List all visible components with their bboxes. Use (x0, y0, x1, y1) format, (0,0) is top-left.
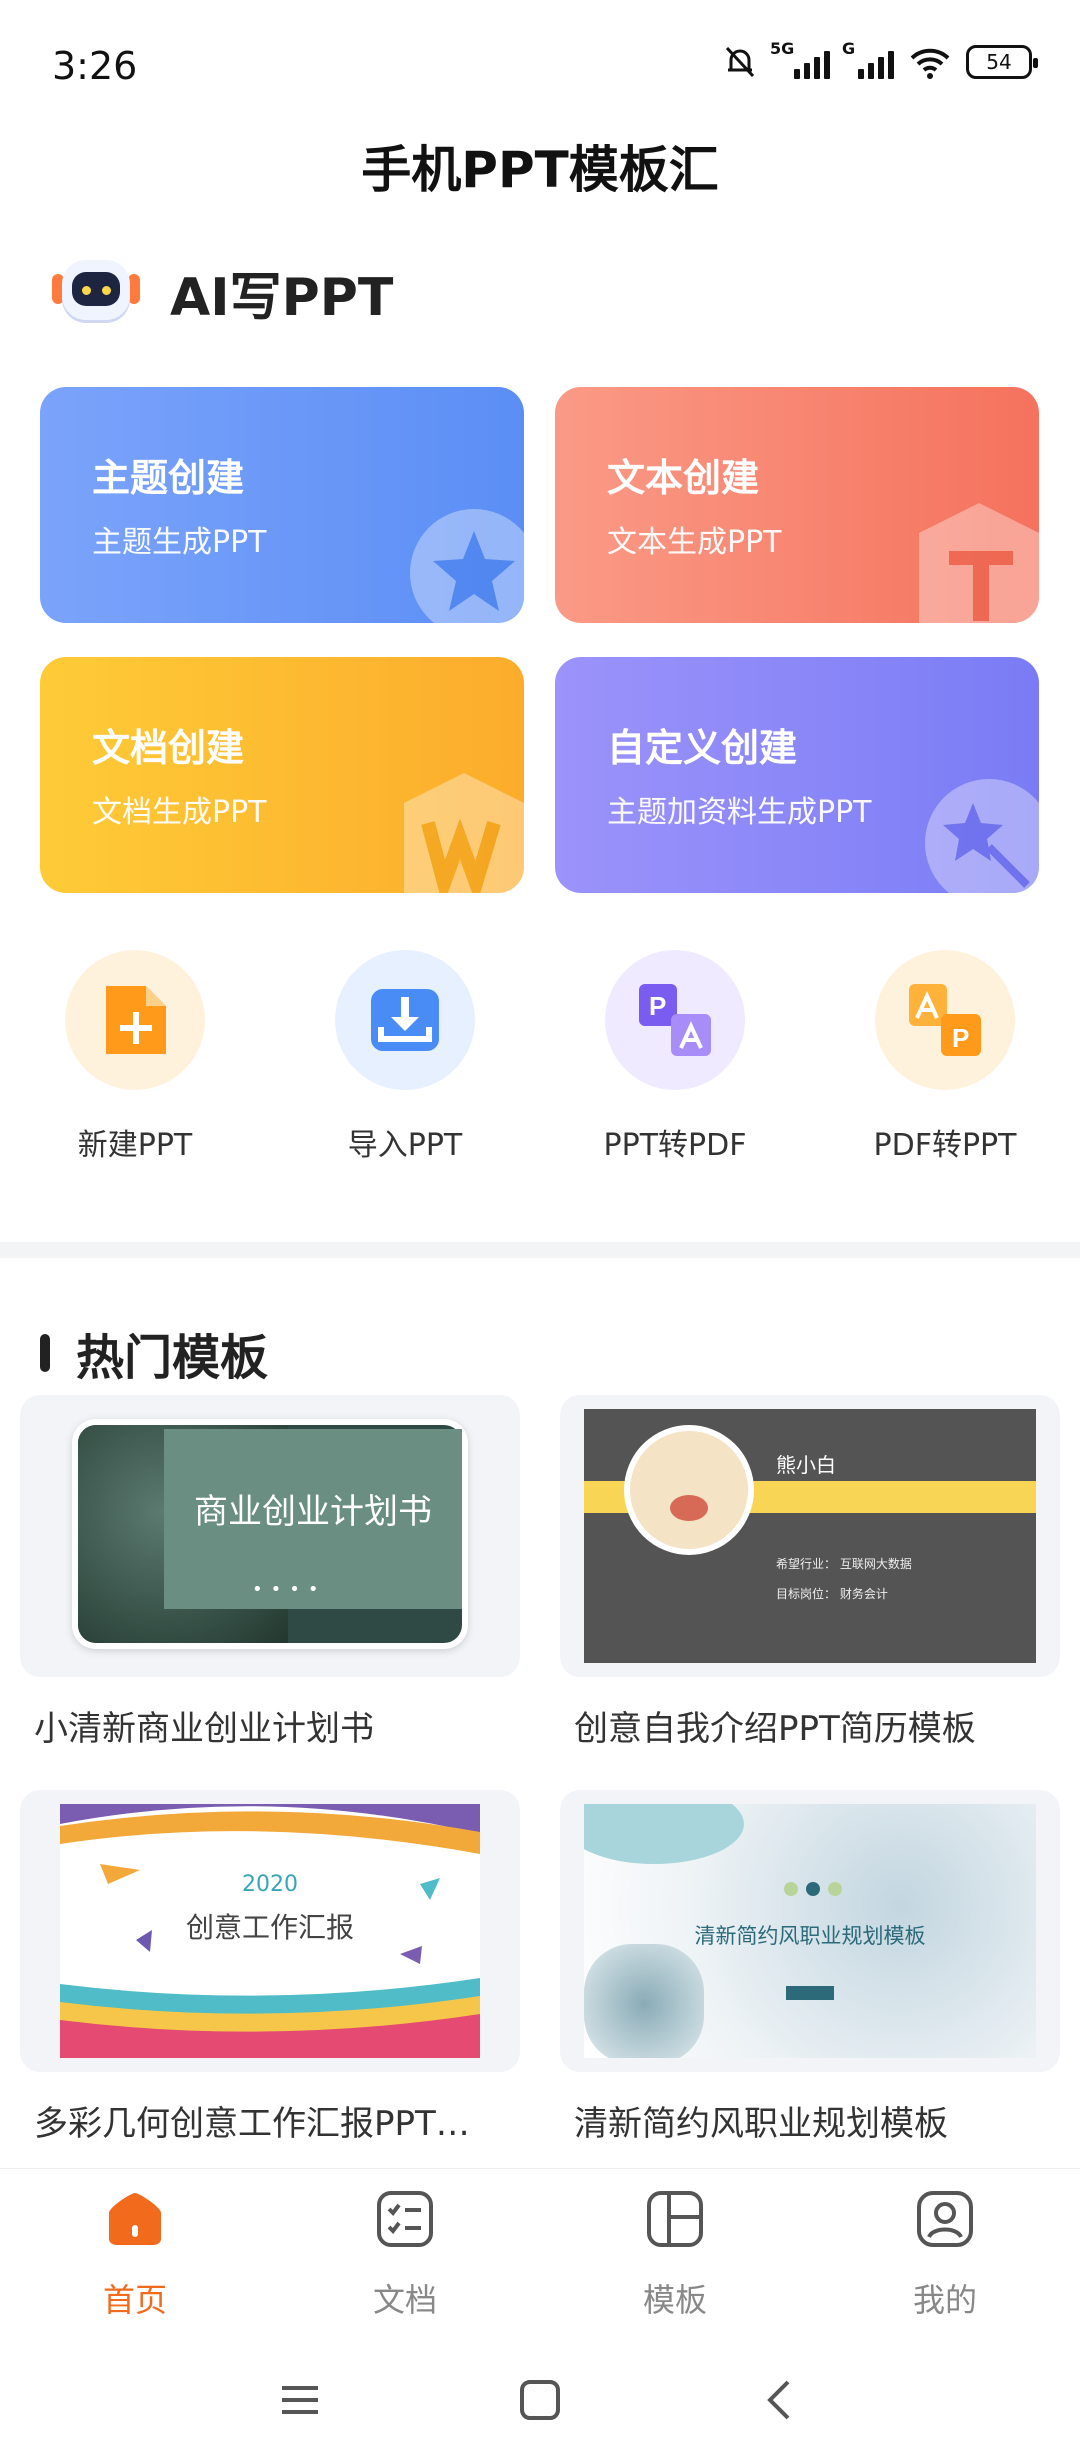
nav-templates[interactable]: 模板 (575, 2189, 775, 2321)
bottom-nav: 首页 文档 模板 我的 (0, 2168, 1080, 2348)
text-t-icon (919, 503, 1039, 623)
home-icon (109, 2193, 161, 2245)
thumb-line1: 希望行业： 互联网大数据 (776, 1557, 912, 1571)
nav-profile[interactable]: 我的 (845, 2189, 1045, 2321)
template-name: 小清新商业创业计划书 (34, 1709, 374, 1749)
signal-5g-label: 5G (770, 39, 795, 58)
tool-label: 导入PPT (347, 1128, 463, 1163)
card-subtitle: 主题生成PPT (92, 525, 267, 560)
nav-home[interactable]: 首页 (35, 2189, 235, 2321)
template-card[interactable]: 清新简约风职业规划模板 清新简约风职业规划模板 (560, 1790, 1060, 2145)
card-subtitle: 文本生成PPT (607, 525, 782, 560)
card-title: 自定义创建 (607, 726, 798, 770)
nav-documents[interactable]: 文档 (305, 2189, 505, 2321)
thumb-title: 商业创业计划书 (194, 1492, 432, 1532)
pdf-to-ppt-icon: P (909, 984, 981, 1056)
ppt-to-pdf-icon: P (639, 984, 711, 1056)
text-create-card[interactable]: 文本创建 文本生成PPT (555, 387, 1039, 623)
thumb-title: 熊小白 (776, 1453, 836, 1477)
signal-g-label: G (842, 39, 856, 58)
section-divider (0, 1242, 1080, 1258)
new-ppt-tool[interactable]: 新建PPT (35, 950, 235, 1164)
home-square-icon[interactable] (510, 2370, 570, 2430)
tool-label: 新建PPT (77, 1128, 193, 1163)
ppt-to-pdf-tool[interactable]: P PPT转PDF (575, 950, 775, 1164)
theme-create-card[interactable]: 主题创建 主题生成PPT (40, 387, 524, 623)
hot-templates-header: 热门模板 (40, 1318, 268, 1388)
status-time: 3:26 (52, 44, 138, 88)
template-thumbnail: 2020 创意工作汇报 (20, 1790, 520, 2072)
template-card[interactable]: 商业创业计划书 •••• 小清新商业创业计划书 (20, 1395, 520, 1750)
template-thumbnail: 熊小白 希望行业： 互联网大数据 目标岗位： 财务会计 (560, 1395, 1060, 1677)
template-icon (647, 2191, 703, 2247)
mute-bell-icon (725, 46, 755, 78)
nav-label: 文档 (372, 2281, 437, 2319)
profile-icon (917, 2191, 973, 2247)
import-icon (371, 989, 439, 1051)
signal-g-icon: G (842, 39, 894, 79)
battery-level: 54 (986, 50, 1012, 74)
template-card[interactable]: 2020 创意工作汇报 多彩几何创意工作汇报PPT… (20, 1790, 520, 2145)
doc-create-card[interactable]: 文档创建 文档生成PPT (40, 657, 524, 893)
hot-templates-title: 热门模板 (76, 1330, 269, 1386)
section-bar (40, 1334, 50, 1372)
nav-label: 首页 (102, 2281, 167, 2319)
robot-icon (50, 252, 142, 332)
template-name: 清新简约风职业规划模板 (574, 2104, 948, 2144)
nav-label: 我的 (912, 2281, 977, 2319)
new-file-icon (106, 986, 166, 1054)
card-title: 文本创建 (607, 456, 760, 500)
magic-wand-icon (925, 779, 1039, 893)
custom-create-card[interactable]: 自定义创建 主题加资料生成PPT (555, 657, 1039, 893)
pdf-to-ppt-tool[interactable]: P PDF转PPT (845, 950, 1045, 1164)
status-bar: 3:26 5G G 54 (0, 0, 1080, 130)
star-icon (410, 509, 524, 623)
signal-5g-icon: 5G (770, 39, 830, 79)
template-thumbnail: 清新简约风职业规划模板 (560, 1790, 1060, 2072)
tool-label: PDF转PPT (873, 1128, 1017, 1163)
system-nav-bar (0, 2348, 1080, 2460)
card-subtitle: 主题加资料生成PPT (607, 795, 872, 830)
template-name: 多彩几何创意工作汇报PPT… (34, 2104, 470, 2144)
thumb-year: 2020 (242, 1872, 298, 1897)
ai-section-header: AI写PPT (50, 252, 393, 332)
card-subtitle: 文档生成PPT (92, 795, 267, 830)
template-thumbnail: 商业创业计划书 •••• (20, 1395, 520, 1677)
document-icon (377, 2191, 433, 2247)
card-title: 文档创建 (92, 726, 245, 770)
back-icon[interactable] (750, 2370, 810, 2430)
tool-label: PPT转PDF (603, 1128, 747, 1163)
battery-icon: 54 (966, 45, 1038, 79)
svg-text:P: P (649, 991, 666, 1021)
thumb-title: 创意工作汇报 (185, 1911, 354, 1944)
ai-title: AI写PPT (170, 267, 394, 328)
svg-text:P: P (952, 1023, 969, 1053)
app-title: 手机PPT模板汇 (361, 141, 719, 199)
thumb-title: 清新简约风职业规划模板 (694, 1924, 926, 1948)
card-title: 主题创建 (92, 456, 245, 500)
template-card[interactable]: 熊小白 希望行业： 互联网大数据 目标岗位： 财务会计 创意自我介绍PPT简历模… (560, 1395, 1060, 1750)
nav-label: 模板 (642, 2281, 707, 2319)
wifi-icon (910, 48, 950, 79)
menu-icon[interactable] (270, 2370, 330, 2430)
template-name: 创意自我介绍PPT简历模板 (574, 1709, 976, 1749)
thumb-line2: 目标岗位： 财务会计 (776, 1587, 888, 1601)
import-ppt-tool[interactable]: 导入PPT (305, 950, 505, 1164)
status-icons: 5G G 54 (722, 39, 1038, 80)
word-w-icon (404, 773, 524, 893)
